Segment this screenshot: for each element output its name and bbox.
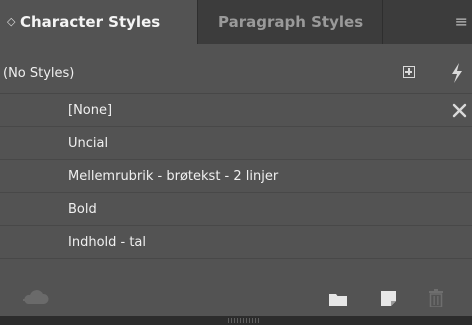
character-styles-panel: ◇ Character Styles Paragraph Styles ≡ (N…: [0, 0, 472, 325]
panel-tab-bar: ◇ Character Styles Paragraph Styles ≡: [0, 0, 472, 44]
delete-trash-icon[interactable]: [429, 289, 443, 307]
clear-overrides-icon[interactable]: [452, 103, 467, 118]
tab-expand-chevron-icon[interactable]: ◇: [7, 0, 15, 44]
tab-divider: [197, 0, 198, 44]
style-name: Uncial: [68, 136, 109, 151]
panel-bottom-edge: [0, 316, 472, 325]
style-list-item[interactable]: Bold: [0, 193, 472, 226]
styles-list: (No Styles) [None] Uncial Mellemrubrik -…: [0, 54, 472, 259]
style-name: Bold: [68, 202, 97, 217]
style-list-item[interactable]: Uncial: [0, 127, 472, 160]
style-list-item[interactable]: [None]: [0, 94, 472, 127]
panel-footer-toolbar: [0, 278, 472, 316]
style-group-row[interactable]: (No Styles): [0, 54, 472, 94]
tab-divider: [382, 0, 383, 44]
tab-character-styles[interactable]: ◇ Character Styles: [0, 0, 197, 44]
style-name: Indhold - tal: [68, 235, 147, 250]
tab-paragraph-styles[interactable]: Paragraph Styles: [202, 0, 382, 44]
cc-library-cloud-icon[interactable]: [22, 288, 50, 306]
style-group-label: (No Styles): [3, 66, 75, 81]
style-list-item[interactable]: Mellemrubrik - brøtekst - 2 linjer: [0, 160, 472, 193]
new-folder-icon[interactable]: [329, 292, 347, 306]
resize-grip[interactable]: [228, 318, 260, 323]
tab-character-styles-label: Character Styles: [20, 13, 161, 31]
style-name: Mellemrubrik - brøtekst - 2 linjer: [68, 169, 279, 184]
panel-menu-icon[interactable]: ≡: [448, 0, 468, 44]
new-style-icon[interactable]: [381, 291, 396, 306]
new-style-group-icon[interactable]: [403, 66, 415, 78]
style-list-item[interactable]: Indhold - tal: [0, 226, 472, 259]
style-name: [None]: [68, 103, 113, 118]
quick-apply-lightning-icon[interactable]: [450, 63, 464, 83]
tab-paragraph-styles-label: Paragraph Styles: [218, 13, 364, 31]
